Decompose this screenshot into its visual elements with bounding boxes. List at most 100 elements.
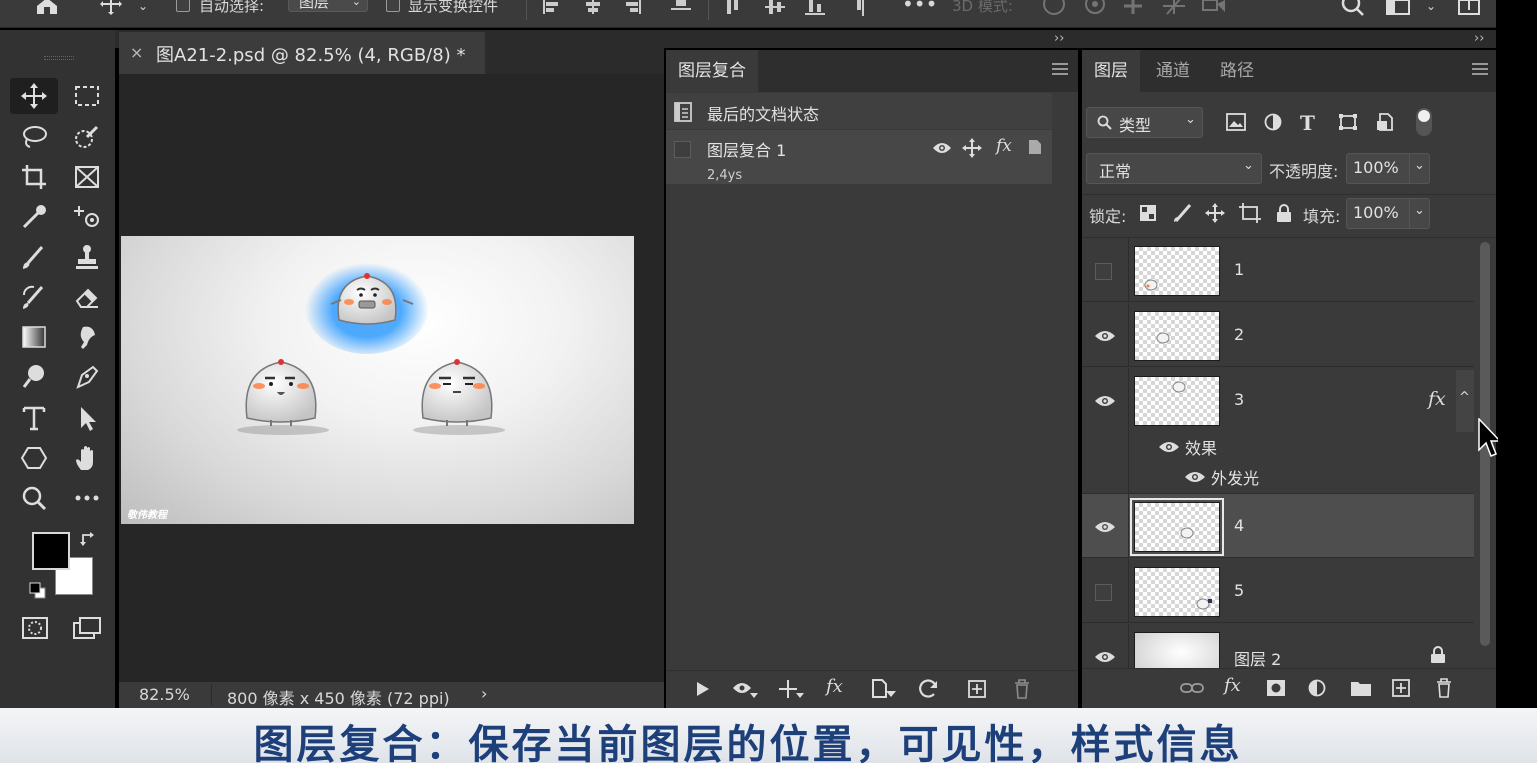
eye-icon[interactable] [1094, 650, 1116, 664]
align-top-icon[interactable] [722, 0, 744, 16]
foreground-color-swatch[interactable] [32, 532, 70, 570]
eye-icon[interactable] [1094, 394, 1116, 408]
status-arrow-icon[interactable]: › [481, 684, 487, 703]
align-left-icon[interactable] [540, 0, 562, 16]
lock-pixels-icon[interactable] [1173, 203, 1193, 223]
eyedropper-tool-icon[interactable] [17, 202, 51, 232]
brush-tool-icon[interactable] [17, 242, 51, 272]
link-layers-icon[interactable] [1180, 681, 1204, 695]
history-brush-tool-icon[interactable] [17, 282, 51, 312]
layer-row[interactable]: 3 fx ^ 效果 外发光 [1082, 368, 1474, 494]
apply-appearance-icon[interactable]: fx [826, 676, 843, 697]
filter-toggle[interactable] [1416, 108, 1432, 136]
collapse-comps-icon[interactable]: ›› [1054, 31, 1064, 46]
align-center-icon[interactable] [582, 0, 604, 16]
document-tab[interactable]: × 图A21-2.psd @ 82.5% (4, RGB/8) * [119, 32, 485, 74]
marquee-tool-icon[interactable] [70, 82, 104, 110]
filter-smart-object-icon[interactable] [1376, 113, 1396, 131]
lock-position-icon[interactable] [1205, 203, 1225, 223]
align-bottom-icon[interactable] [804, 0, 826, 16]
new-comp-icon[interactable] [968, 680, 986, 698]
toolbar-grip[interactable] [44, 56, 74, 60]
filter-type-icon[interactable]: T [1300, 111, 1315, 135]
dodge-tool-icon[interactable] [17, 362, 51, 392]
auto-select-dropdown[interactable]: 图层 ⌄ [288, 0, 368, 12]
path-select-tool-icon[interactable] [70, 402, 104, 434]
eye-icon[interactable] [1094, 329, 1116, 343]
hand-tool-icon[interactable] [70, 442, 104, 474]
eye-icon[interactable] [1094, 520, 1116, 534]
lasso-tool-icon[interactable] [17, 122, 51, 152]
layer-fx-indicator[interactable]: fx [1428, 388, 1446, 410]
expand-effects-toggle[interactable]: ^ [1456, 370, 1474, 432]
comp-doc-icon[interactable] [1028, 139, 1042, 155]
search-icon[interactable] [1340, 0, 1366, 16]
default-colors-icon[interactable] [28, 582, 48, 600]
layer-row[interactable]: 图层 2 [1082, 624, 1474, 668]
delete-comp-icon[interactable] [1014, 679, 1030, 699]
new-layer-icon[interactable] [1392, 679, 1410, 697]
fill-input[interactable]: 100% ⌄ [1346, 198, 1430, 229]
opacity-input[interactable]: 100% ⌄ [1346, 153, 1430, 184]
workspace-icon[interactable] [1384, 0, 1412, 16]
comp-position-icon[interactable] [962, 138, 982, 158]
outer-glow-eye-icon[interactable] [1184, 470, 1206, 484]
tab-paths[interactable]: 路径 [1208, 50, 1266, 92]
new-adjustment-icon[interactable] [1308, 679, 1328, 699]
filter-shape-icon[interactable] [1338, 113, 1358, 131]
show-transform-checkbox[interactable] [386, 0, 400, 12]
pen-tool-icon[interactable] [70, 362, 104, 392]
add-style-icon[interactable]: fx [1224, 675, 1241, 696]
quick-mask-icon[interactable] [18, 614, 52, 642]
lock-transparency-icon[interactable] [1140, 205, 1156, 221]
distribute-vertical-icon[interactable] [852, 0, 874, 16]
panel-menu-icon[interactable] [1472, 62, 1488, 76]
crop-tool-icon[interactable] [17, 162, 51, 192]
share-icon[interactable] [1456, 0, 1482, 16]
shape-tool-icon[interactable] [17, 442, 51, 474]
more-tools-icon[interactable] [70, 482, 104, 514]
zoom-level[interactable]: 82.5% [139, 685, 190, 704]
move-tool-icon[interactable] [17, 82, 51, 110]
close-tab-icon[interactable]: × [130, 43, 143, 62]
apply-position-icon[interactable] [778, 679, 806, 699]
eraser-tool-icon[interactable] [70, 282, 104, 312]
zoom-tool-icon[interactable] [17, 482, 51, 514]
distribute-icon[interactable] [668, 0, 694, 16]
auto-select-checkbox[interactable] [176, 0, 190, 12]
layer-row[interactable]: 2 [1082, 303, 1474, 367]
visibility-toggle-empty[interactable] [1095, 263, 1112, 280]
visibility-toggle-empty[interactable] [1095, 584, 1112, 601]
new-group-icon[interactable] [1350, 679, 1372, 697]
screen-mode-icon[interactable] [70, 614, 104, 642]
swap-colors-icon[interactable] [78, 530, 98, 548]
filter-pixel-icon[interactable] [1226, 113, 1246, 131]
gradient-tool-icon[interactable] [17, 322, 51, 352]
play-icon[interactable] [696, 681, 710, 697]
add-mask-icon[interactable] [1266, 679, 1286, 697]
type-tool-icon[interactable] [17, 402, 51, 434]
smudge-tool-icon[interactable] [70, 322, 104, 352]
ruler-tool-icon[interactable] [70, 202, 104, 232]
delete-layer-icon[interactable] [1436, 678, 1452, 698]
comp-visibility-icon[interactable] [932, 141, 952, 155]
layer-comp-row[interactable]: 图层复合 1 2,4ys fx [666, 130, 1052, 184]
lock-all-icon[interactable] [1276, 203, 1292, 223]
tab-channels[interactable]: 通道 [1144, 50, 1202, 92]
collapse-layers-icon[interactable]: ›› [1474, 31, 1484, 46]
home-icon[interactable] [34, 0, 60, 14]
move-tool-icon[interactable] [98, 0, 124, 15]
align-middle-icon[interactable] [764, 0, 786, 16]
comp-appearance-icon[interactable]: fx [996, 136, 1012, 156]
tab-layer-comps[interactable]: 图层复合 [666, 50, 758, 92]
layer-row[interactable]: 5 [1082, 559, 1474, 623]
lock-artboard-icon[interactable] [1239, 203, 1261, 223]
update-comp-icon[interactable] [918, 679, 940, 699]
apply-smart-object-icon[interactable] [872, 679, 898, 699]
tab-layers[interactable]: 图层 [1082, 50, 1140, 92]
blend-mode-dropdown[interactable]: 正常 ⌄ [1086, 153, 1262, 184]
align-right-icon[interactable] [622, 0, 644, 16]
more-options-icon[interactable]: ••• [902, 0, 937, 14]
document-canvas[interactable]: 敬伟教程 [121, 236, 634, 524]
stamp-tool-icon[interactable] [70, 242, 104, 272]
